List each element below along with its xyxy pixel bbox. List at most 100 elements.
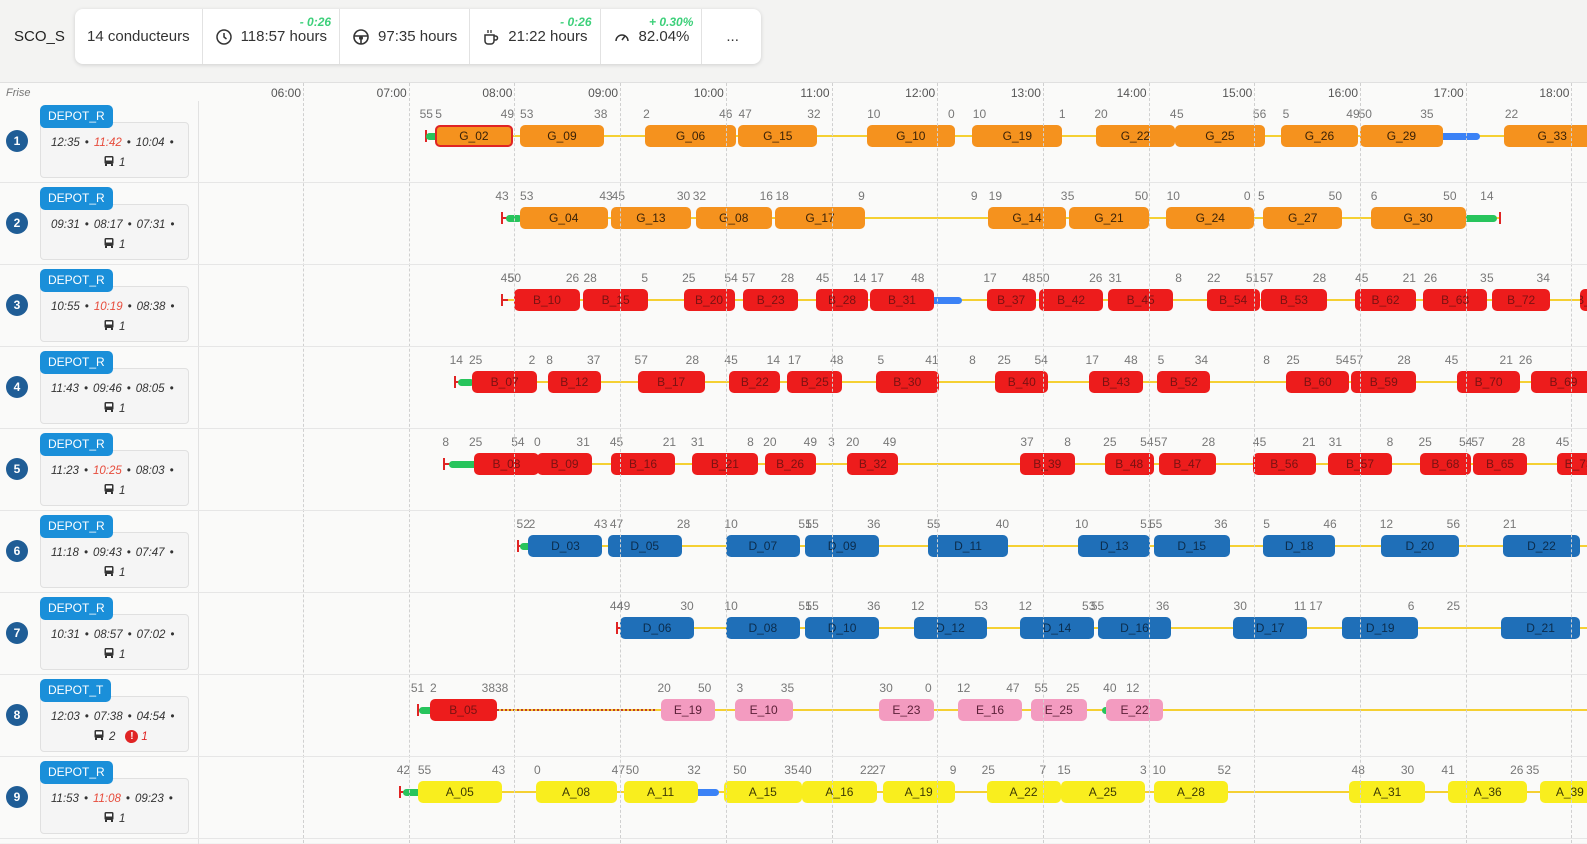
vehicle-block[interactable]: D_22: [1502, 535, 1581, 557]
depot-badge[interactable]: DEPOT_R: [40, 269, 113, 292]
vehicle-block[interactable]: B_75: [1580, 289, 1587, 311]
vehicle-block[interactable]: B_09: [537, 453, 592, 475]
vehicle-block[interactable]: B_30: [875, 371, 939, 393]
vehicle-block[interactable]: D_13: [1078, 535, 1151, 557]
vehicle-block[interactable]: A_22: [986, 781, 1061, 803]
vehicle-block[interactable]: E_25: [1030, 699, 1087, 721]
vehicle-block[interactable]: E_22: [1106, 699, 1163, 721]
driver-card[interactable]: 11:23 • 10:25 • 08:03 • 1: [40, 450, 189, 506]
vehicle-block[interactable]: G_21: [1069, 207, 1149, 229]
depot-badge[interactable]: DEPOT_R: [40, 761, 113, 784]
vehicle-block[interactable]: D_10: [805, 617, 880, 639]
vehicle-block[interactable]: B_52: [1157, 371, 1211, 393]
vehicle-block[interactable]: B_32: [847, 453, 899, 475]
stat-steering-wheel[interactable]: 97:35 hours: [340, 9, 471, 64]
depot-badge[interactable]: DEPOT_R: [40, 187, 113, 210]
driver-card[interactable]: 09:31 • 08:17 • 07:31 • 1: [40, 204, 189, 260]
vehicle-block[interactable]: G_33: [1504, 125, 1587, 147]
vehicle-block[interactable]: B_25: [787, 371, 843, 393]
depot-badge[interactable]: DEPOT_R: [40, 433, 113, 456]
vehicle-block[interactable]: D_14: [1019, 617, 1094, 639]
vehicle-block[interactable]: B_23: [743, 289, 799, 311]
depot-badge[interactable]: DEPOT_T: [40, 679, 112, 702]
vehicle-block[interactable]: B_65: [1472, 453, 1528, 475]
stat-clock[interactable]: 118:57 hours - 0:26: [203, 9, 341, 64]
vehicle-block[interactable]: G_13: [611, 207, 691, 229]
vehicle-block[interactable]: G_29: [1360, 125, 1443, 147]
vehicle-block[interactable]: G_25: [1175, 125, 1265, 147]
vehicle-block[interactable]: G_02: [435, 125, 513, 147]
driver-card[interactable]: 10:55 • 10:19 • 08:38 • 1: [40, 286, 189, 342]
depot-badge[interactable]: DEPOT_R: [40, 515, 113, 538]
vehicle-block[interactable]: B_48: [1104, 453, 1154, 475]
vehicle-block[interactable]: D_11: [928, 535, 1008, 557]
vehicle-block[interactable]: B_72: [1492, 289, 1551, 311]
vehicle-block[interactable]: E_23: [879, 699, 934, 721]
vehicle-block[interactable]: D_19: [1342, 617, 1419, 639]
vehicle-block[interactable]: B_43: [1088, 371, 1144, 393]
vehicle-block[interactable]: D_21: [1500, 617, 1581, 639]
vehicle-block[interactable]: B_69: [1530, 371, 1587, 393]
vehicle-block[interactable]: D_20: [1381, 535, 1459, 557]
vehicle-block[interactable]: G_26: [1280, 125, 1359, 147]
driver-card[interactable]: 12:03 • 07:38 • 04:54 • 2! 1: [40, 696, 189, 752]
stat-conducteurs[interactable]: 14 conducteurs: [75, 9, 203, 64]
vehicle-block[interactable]: E_16: [958, 699, 1022, 721]
vehicle-block[interactable]: B_37: [986, 289, 1036, 311]
vehicle-block[interactable]: A_05: [417, 781, 503, 803]
vehicle-block[interactable]: D_12: [914, 617, 987, 639]
vehicle-block[interactable]: A_36: [1448, 781, 1528, 803]
vehicle-block[interactable]: A_28: [1153, 781, 1228, 803]
vehicle-block[interactable]: A_08: [535, 781, 617, 803]
vehicle-block[interactable]: A_19: [882, 781, 955, 803]
vehicle-block[interactable]: B_68: [1419, 453, 1471, 475]
depot-badge[interactable]: DEPOT_R: [40, 105, 113, 128]
stat-gauge[interactable]: 82.04% + 0.30%: [601, 9, 703, 64]
vehicle-block[interactable]: A_16: [801, 781, 878, 803]
vehicle-block[interactable]: B_45: [1108, 289, 1174, 311]
vehicle-block[interactable]: D_17: [1233, 617, 1308, 639]
vehicle-block[interactable]: B_62: [1354, 289, 1417, 311]
vehicle-block[interactable]: B_47: [1159, 453, 1216, 475]
vehicle-block[interactable]: B_40: [995, 371, 1049, 393]
vehicle-block[interactable]: B_56: [1252, 453, 1316, 475]
driver-card[interactable]: 10:31 • 08:57 • 07:02 • 1: [40, 614, 189, 670]
vehicle-block[interactable]: G_08: [695, 207, 772, 229]
vehicle-block[interactable]: G_14: [988, 207, 1066, 229]
depot-badge[interactable]: DEPOT_R: [40, 351, 113, 374]
vehicle-block[interactable]: B_63: [1423, 289, 1487, 311]
vehicle-block[interactable]: D_07: [725, 535, 800, 557]
vehicle-block[interactable]: B_26: [764, 453, 816, 475]
vehicle-block[interactable]: B_17: [637, 371, 705, 393]
vehicle-block[interactable]: A_39: [1539, 781, 1587, 803]
vehicle-block[interactable]: A_11: [623, 781, 698, 803]
vehicle-block[interactable]: D_09: [805, 535, 880, 557]
vehicle-block[interactable]: D_15: [1153, 535, 1230, 557]
vehicle-block[interactable]: G_24: [1166, 207, 1255, 229]
vehicle-block[interactable]: D_06: [620, 617, 695, 639]
vehicle-block[interactable]: D_05: [607, 535, 682, 557]
vehicle-block[interactable]: B_39: [1019, 453, 1075, 475]
vehicle-block[interactable]: D_18: [1263, 535, 1336, 557]
vehicle-block[interactable]: B_07: [472, 371, 538, 393]
vehicle-block[interactable]: B_10: [514, 289, 580, 311]
vehicle-block[interactable]: G_30: [1370, 207, 1466, 229]
vehicle-block[interactable]: B_60: [1286, 371, 1350, 393]
vehicle-block[interactable]: B_12: [547, 371, 601, 393]
vehicle-block[interactable]: G_27: [1263, 207, 1343, 229]
vehicle-block[interactable]: B_22: [729, 371, 781, 393]
driver-card[interactable]: 11:53 • 11:08 • 09:23 • 1: [40, 778, 189, 834]
vehicle-block[interactable]: D_08: [725, 617, 800, 639]
vehicle-block[interactable]: D_03: [528, 535, 603, 557]
vehicle-block[interactable]: B_28: [815, 289, 869, 311]
scenario-name[interactable]: SCO_S: [14, 28, 65, 45]
stat-more[interactable]: ...: [702, 9, 761, 64]
driver-card[interactable]: 11:43 • 09:46 • 08:05 • 1: [40, 368, 189, 424]
vehicle-block[interactable]: B_53: [1261, 289, 1327, 311]
vehicle-block[interactable]: B_20: [683, 289, 735, 311]
vehicle-block[interactable]: A_15: [724, 781, 802, 803]
vehicle-block[interactable]: G_04: [519, 207, 608, 229]
vehicle-block[interactable]: B_05: [429, 699, 497, 721]
vehicle-block[interactable]: B_15: [583, 289, 649, 311]
vehicle-block[interactable]: E_10: [734, 699, 793, 721]
